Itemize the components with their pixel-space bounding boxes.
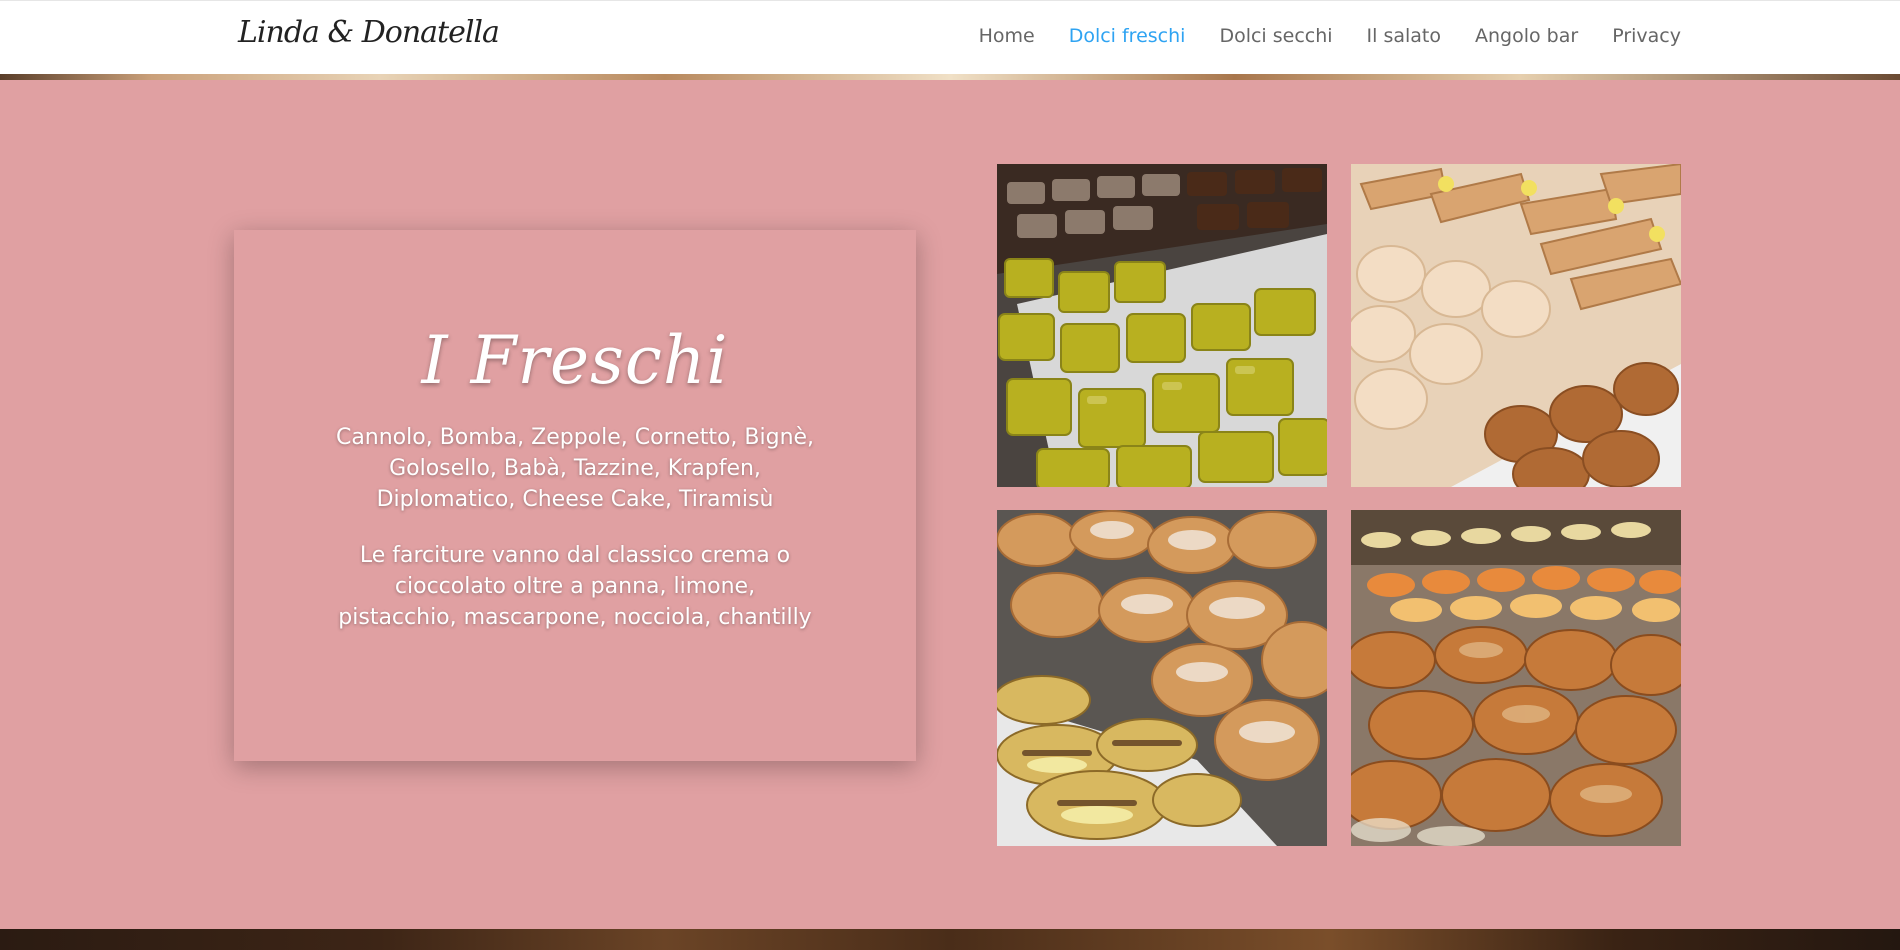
croissants-photo	[997, 510, 1327, 846]
footer-photo-strip	[0, 929, 1900, 950]
site-header: Linda & Donatella Home Dolci freschi Dol…	[0, 0, 1900, 74]
pistachio-cakes-photo	[997, 164, 1327, 487]
card-title: I Freschi	[421, 322, 729, 399]
nav-dolci-secchi[interactable]: Dolci secchi	[1219, 25, 1332, 47]
pastry-list: Cannolo, Bomba, Zeppole, Cornetto, Bignè…	[335, 425, 815, 512]
text-card: I Freschi Cannolo, Bomba, Zeppole, Corne…	[234, 230, 916, 761]
main-nav: Home Dolci freschi Dolci secchi Il salat…	[979, 25, 1681, 47]
fillings-description: Le farciture vanno dal classico crema o …	[338, 543, 812, 630]
nav-privacy[interactable]: Privacy	[1612, 25, 1681, 47]
nav-angolo-bar[interactable]: Angolo bar	[1475, 25, 1578, 47]
page: Linda & Donatella Home Dolci freschi Dol…	[0, 0, 1900, 950]
nav-dolci-freschi[interactable]: Dolci freschi	[1069, 25, 1186, 47]
cannoli-and-bombe-photo	[1351, 164, 1681, 487]
nav-home[interactable]: Home	[979, 25, 1035, 47]
header-photo-strip	[0, 74, 1900, 80]
nav-il-salato[interactable]: Il salato	[1367, 25, 1441, 47]
zeppole-photo	[1351, 510, 1681, 846]
logo-text: Linda & Donatella	[238, 15, 500, 50]
site-logo[interactable]: Linda & Donatella	[238, 15, 500, 50]
